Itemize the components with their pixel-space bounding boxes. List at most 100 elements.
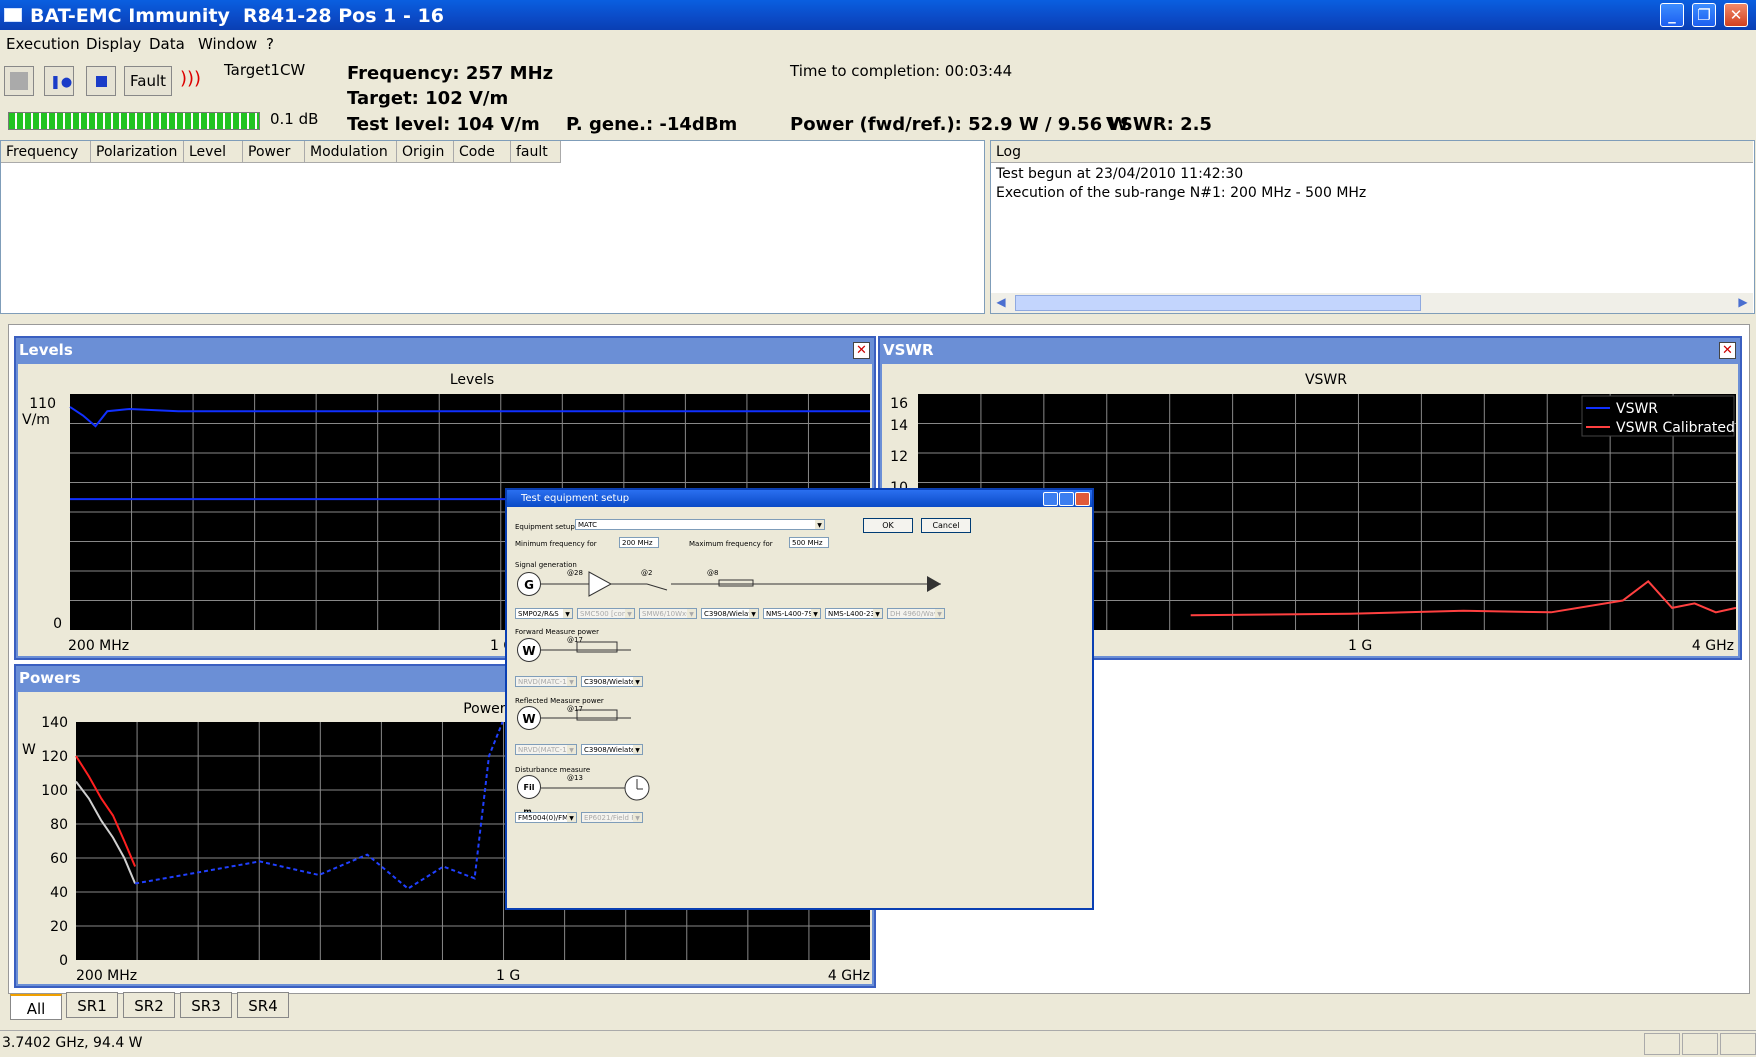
status-bar: 3.7402 GHz, 94.4 W	[0, 1030, 1756, 1057]
y-unit: V/m	[22, 412, 50, 428]
tab-sr1[interactable]: SR1	[66, 992, 118, 1018]
max-freq-input[interactable]: 500 MHz	[789, 537, 829, 548]
tab-sr3[interactable]: SR3	[180, 992, 232, 1018]
generator-select-5[interactable]: NMS-L400-79.0 ▼	[763, 608, 821, 619]
wattmeter-icon: W	[517, 706, 541, 730]
max-freq-label: Maximum frequency for	[689, 540, 773, 548]
minimize-button[interactable]: _	[1660, 3, 1684, 27]
generator-select-1[interactable]: SMP02/R&S ▼	[515, 608, 573, 619]
menu-help[interactable]: ?	[266, 35, 274, 53]
tab-sr4[interactable]: SR4	[237, 992, 289, 1018]
reflected-select-2[interactable]: C3908/Wielatec ▼	[581, 744, 643, 755]
scroll-left-icon[interactable]: ◀	[993, 295, 1009, 311]
col-code[interactable]: Code	[454, 141, 511, 163]
menu-bar: Execution Display Data Window ?	[0, 30, 1756, 56]
select-value: NMS-L400-237	[828, 610, 880, 618]
chevron-down-icon: ▼	[633, 745, 642, 754]
pause-record-icon: ❚●	[50, 75, 73, 90]
dialog-maximize-button[interactable]	[1059, 492, 1074, 506]
min-freq-label: Minimum frequency for	[515, 540, 597, 548]
legend: VSWR VSWR Calibrated	[1581, 395, 1735, 437]
restore-button[interactable]: ❐	[1692, 3, 1716, 27]
frequency-status: Frequency: 257 MHz	[347, 63, 554, 84]
col-level[interactable]: Level	[184, 141, 243, 163]
equipment-setup-select[interactable]: MATC ▼	[575, 519, 825, 530]
y-tick: 60	[50, 851, 68, 867]
amplifier-icon	[588, 571, 613, 597]
target-name: Target1CW	[224, 61, 306, 79]
cursor-readout: 3.7402 GHz, 94.4 W	[2, 1035, 143, 1051]
y-tick-bottom: 0	[53, 616, 62, 632]
legend-vswr: VSWR	[1616, 401, 1658, 417]
tab-sr2[interactable]: SR2	[123, 992, 175, 1018]
menu-data[interactable]: Data	[149, 35, 185, 53]
scroll-thumb[interactable]	[1015, 295, 1421, 311]
vswr-close-icon[interactable]: ✕	[1719, 342, 1736, 359]
log-line: Test begun at 23/04/2010 11:42:30	[996, 166, 1244, 182]
app-icon[interactable]	[4, 8, 22, 22]
select-value: SMP02/R&S	[518, 610, 559, 618]
target-status: Target: 102 V/m	[347, 88, 509, 109]
stop-gray-button[interactable]	[4, 66, 34, 96]
dialog-close-button[interactable]	[1075, 492, 1090, 506]
select-value: EP6021/Field Pr	[584, 814, 639, 822]
pause-record-button[interactable]: ❚●	[44, 66, 74, 96]
menu-execution[interactable]: Execution	[6, 35, 80, 53]
status-pane	[1720, 1033, 1756, 1055]
y-unit: W	[22, 742, 36, 758]
reflected-select-1[interactable]: NRVD(MATC-1) ▼	[515, 744, 577, 755]
tab-all[interactable]: All	[10, 994, 62, 1020]
test-level-status: Test level: 104 V/m	[347, 114, 540, 135]
col-fault[interactable]: fault	[511, 141, 561, 163]
col-polarization[interactable]: Polarization	[91, 141, 184, 163]
y-tick: 20	[50, 919, 68, 935]
status-pane	[1644, 1033, 1680, 1055]
col-modulation[interactable]: Modulation	[305, 141, 397, 163]
generator-select-4[interactable]: C3908/Wielatec ▼	[701, 608, 759, 619]
col-frequency[interactable]: Frequency	[1, 141, 91, 163]
y-tick: 120	[41, 749, 68, 765]
scroll-right-icon[interactable]: ▶	[1735, 295, 1751, 311]
close-button[interactable]: ✕	[1724, 3, 1748, 27]
dialog-minimize-button[interactable]	[1043, 492, 1058, 506]
min-freq-input[interactable]: 200 MHz	[619, 537, 659, 548]
menu-window[interactable]: Window	[198, 35, 257, 53]
status-pane	[1682, 1033, 1718, 1055]
disturbance-select-1[interactable]: FM5004(0)/FMT ▼	[515, 812, 577, 823]
select-value: NRVD(MATC-1)	[518, 678, 570, 686]
disturbance-select-2[interactable]: EP6021/Field Pr ▼	[581, 812, 643, 823]
forward-select-2[interactable]: C3908/Wielatec ▼	[581, 676, 643, 687]
menu-display[interactable]: Display	[86, 35, 141, 53]
chevron-down-icon: ▼	[935, 609, 944, 618]
y-tick: 0	[59, 953, 68, 969]
select-value: NRVD(MATC-1)	[518, 746, 570, 754]
levels-close-icon[interactable]: ✕	[853, 342, 870, 359]
x-tick-1g: 1 G	[1348, 638, 1372, 654]
legend-vswr-calibrated: VSWR Calibrated	[1616, 420, 1735, 436]
generator-select-6[interactable]: NMS-L400-237 ▼	[825, 608, 883, 619]
col-power[interactable]: Power	[243, 141, 305, 163]
chart-title: VSWR	[1305, 372, 1347, 388]
y-tick: 16	[890, 396, 908, 412]
disturbance-diagram	[541, 775, 650, 801]
cancel-button[interactable]: Cancel	[921, 518, 971, 533]
stop-button[interactable]	[86, 66, 116, 96]
generator-select-2[interactable]: SMC500 [cond] ▼	[577, 608, 635, 619]
chevron-down-icon: ▼	[749, 609, 758, 618]
levels-window-title: Levels	[19, 341, 73, 359]
log-hscrollbar[interactable]: ◀ ▶	[991, 293, 1753, 313]
y-tick: 14	[890, 418, 908, 434]
antenna-icon	[927, 576, 941, 592]
chevron-down-icon: ▼	[633, 813, 642, 822]
col-origin[interactable]: Origin	[397, 141, 454, 163]
attenuation-value: 0.1 dB	[270, 110, 319, 128]
generator-select-3[interactable]: SMW6/10Wx62 ▼	[639, 608, 697, 619]
vswr-window-title: VSWR	[883, 341, 934, 359]
ok-button[interactable]: OK	[863, 518, 913, 533]
y-tick: 100	[41, 783, 68, 799]
generator-select-7[interactable]: DH 4960/Wavin ▼	[887, 608, 945, 619]
fault-button[interactable]: Fault	[124, 66, 172, 96]
powers-window-title: Powers	[19, 669, 81, 687]
fault-table: Frequency Polarization Level Power Modul…	[0, 140, 985, 314]
forward-select-1[interactable]: NRVD(MATC-1) ▼	[515, 676, 577, 687]
